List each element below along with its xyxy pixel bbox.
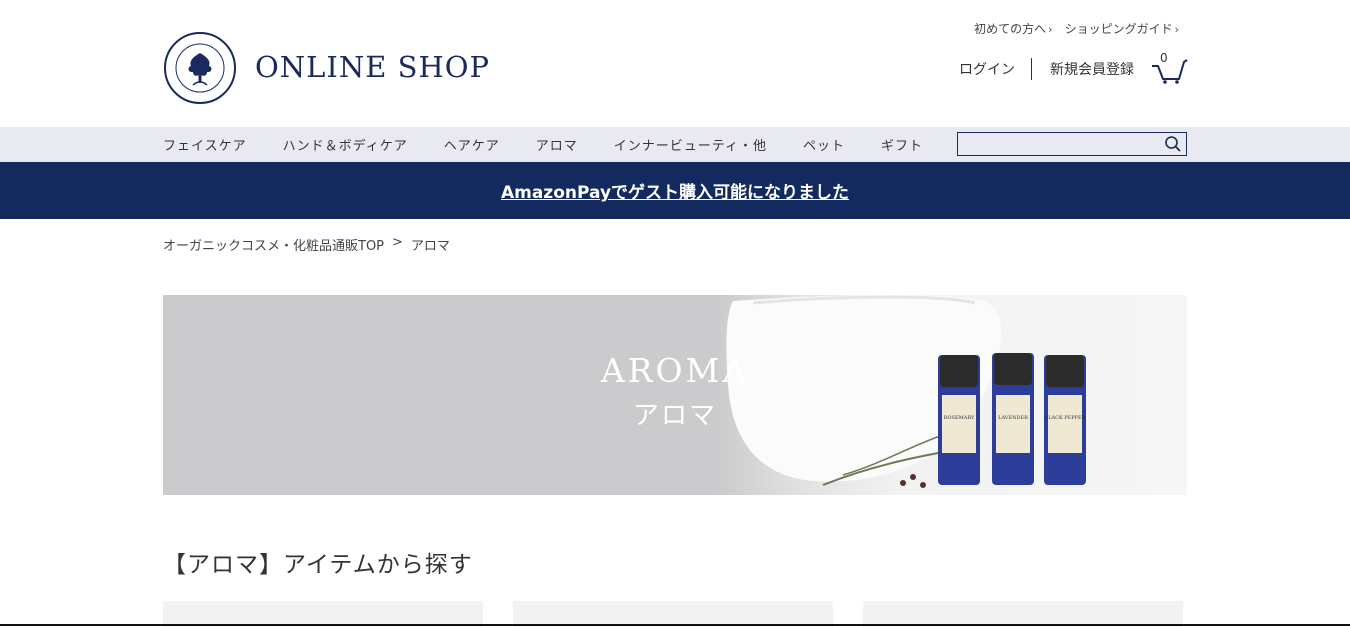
shopping-guide-link[interactable]: ショッピングガイド › — [1065, 20, 1179, 37]
nav-item-aroma[interactable]: アロマ — [536, 135, 578, 154]
cart-icon[interactable] — [1150, 52, 1188, 84]
nav-item-hair-care[interactable]: ヘアケア — [444, 135, 500, 154]
nav-item-inner-beauty[interactable]: インナービューティ・他 — [614, 135, 767, 154]
hero-title-en: AROMA — [600, 351, 750, 390]
nav-item-pet[interactable]: ペット — [803, 135, 845, 154]
site-header: ONLINE SHOP 初めての方へ › ショッピングガイド › ログイン 新規会員… — [0, 0, 1350, 127]
breadcrumb-current: アロマ — [410, 239, 450, 254]
nav-item-hand-body-care[interactable]: ハンド＆ボディケア — [283, 135, 408, 154]
top-links: 初めての方へ › ショッピングガイド › — [974, 20, 1179, 37]
search-input[interactable] — [958, 133, 1158, 156]
nav-item-face-care[interactable]: フェイスケア — [163, 135, 247, 154]
first-time-label: 初めての方へ — [974, 22, 1047, 36]
section-title: 【アロマ】アイテムから探す — [163, 552, 473, 578]
breadcrumb-separator: > — [392, 235, 403, 250]
shopping-guide-label: ショッピングガイド — [1064, 22, 1173, 36]
register-link[interactable]: 新規会員登録 — [1050, 59, 1134, 79]
category-hero-banner: ROSEMARY LAVENDER BLACK PEPPER AROMA アロマ — [163, 295, 1187, 495]
shop-title[interactable]: ONLINE SHOP — [255, 50, 490, 84]
first-time-link[interactable]: 初めての方へ › — [974, 20, 1052, 37]
search-icon[interactable] — [1164, 135, 1182, 153]
chevron-right-icon: › — [1048, 23, 1053, 36]
chevron-right-icon: › — [1174, 23, 1179, 36]
search-box — [957, 132, 1187, 156]
category-nav: フェイスケア ハンド＆ボディケア ヘアケア アロマ インナービューティ・他 ペッ… — [0, 127, 1350, 162]
breadcrumb: オーガニックコスメ・化粧品通販TOP > アロマ — [163, 235, 450, 254]
brand-logo[interactable] — [163, 31, 237, 105]
amazon-pay-notice-link[interactable]: AmazonPayでゲスト購入可能になりました — [501, 178, 849, 203]
nav-items: フェイスケア ハンド＆ボディケア ヘアケア アロマ インナービューティ・他 ペッ… — [163, 127, 959, 162]
nav-item-gift[interactable]: ギフト — [881, 135, 923, 154]
window-edge — [0, 624, 1350, 626]
divider — [1031, 58, 1032, 80]
notice-banner: AmazonPayでゲスト購入可能になりました — [0, 162, 1350, 219]
breadcrumb-home-link[interactable]: オーガニックコスメ・化粧品通販TOP — [163, 235, 384, 254]
account-links: ログイン 新規会員登録 — [959, 58, 1134, 80]
login-link[interactable]: ログイン — [959, 59, 1015, 79]
hero-title-ja: アロマ — [632, 401, 717, 431]
